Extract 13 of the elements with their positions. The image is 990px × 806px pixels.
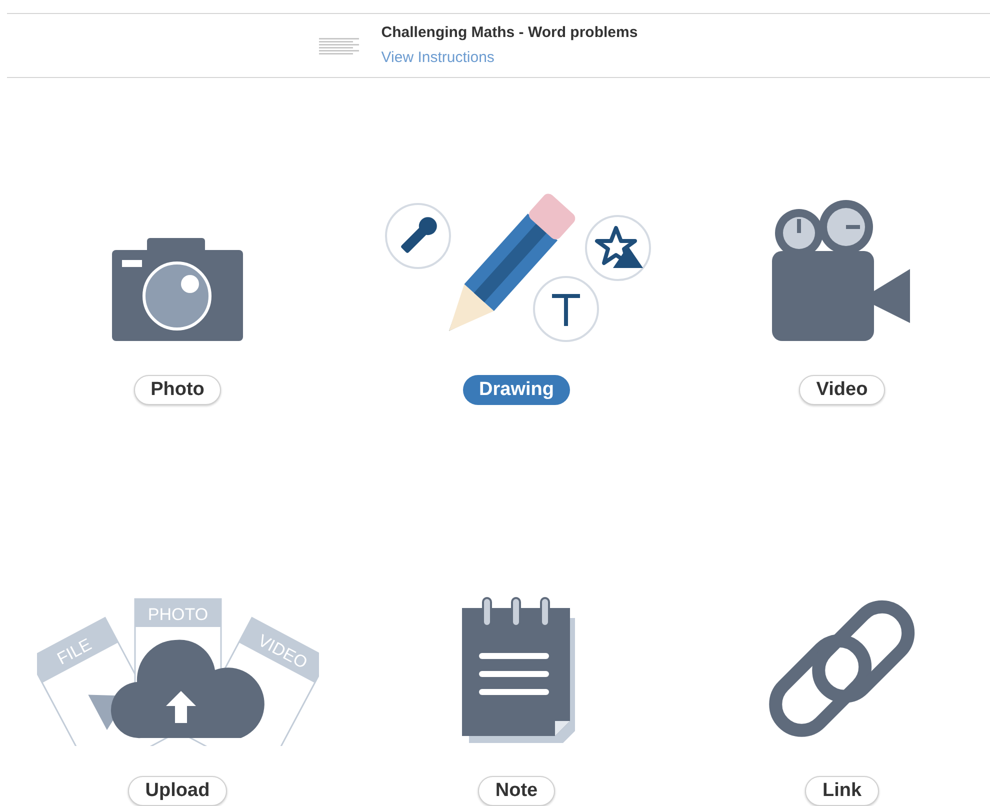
text-tool-icon: [532, 276, 598, 342]
assignment-title: Challenging Maths - Word problems: [381, 23, 638, 43]
option-button[interactable]: Note: [478, 776, 555, 806]
card-label: FILE: [54, 634, 94, 668]
card-label: PHOTO: [147, 605, 208, 624]
option-button[interactable]: Upload: [128, 776, 227, 806]
option-button[interactable]: Drawing: [463, 375, 570, 405]
star-shape-icon: [584, 215, 650, 281]
microphone-icon: [384, 203, 450, 269]
option-button[interactable]: Video: [799, 375, 885, 405]
option-button[interactable]: Photo: [134, 375, 222, 405]
document-thumbnail: [319, 36, 360, 56]
option-button[interactable]: Link: [805, 776, 879, 806]
